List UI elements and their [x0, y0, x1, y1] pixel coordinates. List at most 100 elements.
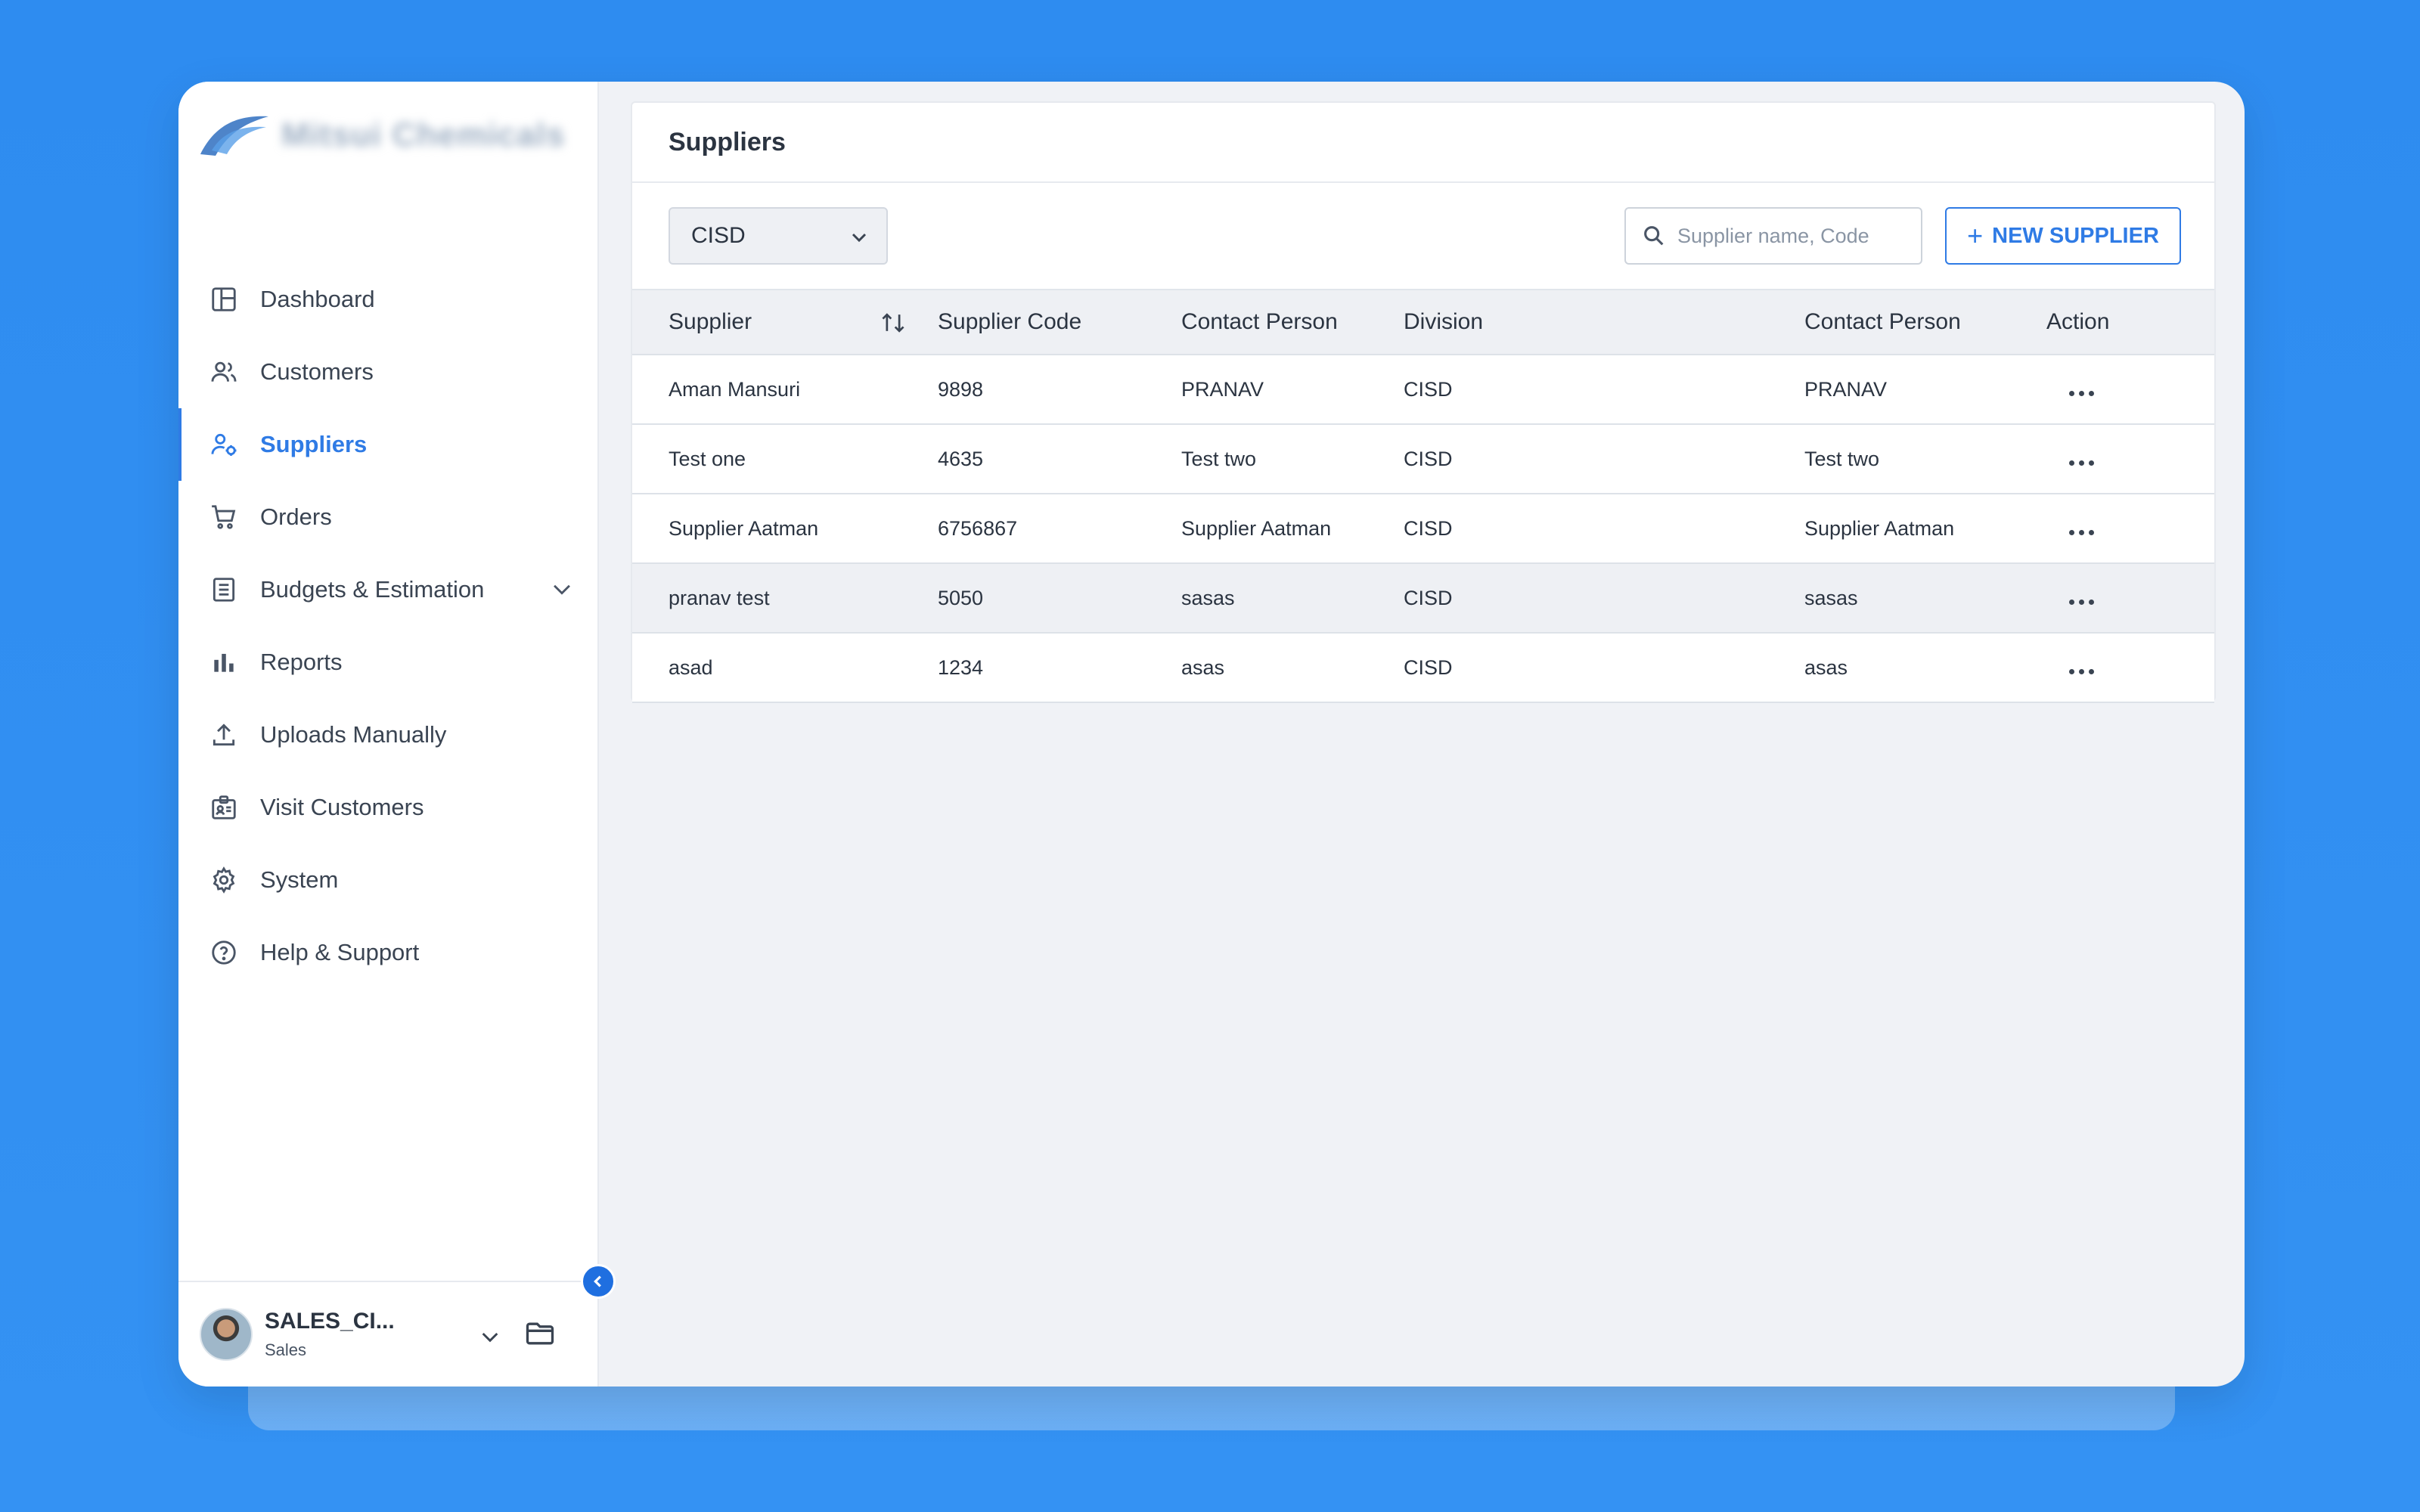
- more-options-icon[interactable]: [2046, 460, 2094, 466]
- plus-icon: +: [1967, 220, 1984, 251]
- sidebar-item-uploads[interactable]: Uploads Manually: [178, 699, 597, 771]
- cart-icon: [209, 502, 239, 532]
- cell-code: 4635: [938, 447, 984, 470]
- cell-action: [2046, 633, 2214, 702]
- document-icon: [209, 575, 239, 605]
- cell-contact: sasas: [1181, 586, 1235, 609]
- column-header-division: Division: [1404, 309, 1484, 334]
- dashboard-icon: [209, 284, 239, 314]
- cell-action: [2046, 355, 2214, 424]
- sidebar-item-system[interactable]: System: [178, 844, 597, 916]
- cell-division: CISD: [1404, 377, 1453, 401]
- help-icon: [209, 937, 239, 968]
- cell-contact-2: Supplier Aatman: [1804, 516, 1955, 540]
- table-row[interactable]: asad 1234 asas CISD asas: [632, 633, 2214, 702]
- folder-icon[interactable]: [523, 1317, 557, 1350]
- bar-chart-icon: [209, 647, 239, 677]
- sidebar-item-label: Orders: [260, 503, 332, 530]
- column-header-supplier[interactable]: Supplier: [632, 290, 938, 355]
- upload-icon: [209, 720, 239, 750]
- toolbar: CISD + NEW SUPPLIER: [632, 183, 2214, 289]
- avatar[interactable]: [200, 1308, 253, 1361]
- page-title: Suppliers: [632, 103, 2214, 183]
- chevron-left-icon: [594, 1275, 601, 1287]
- cell-contact: PRANAV: [1181, 377, 1264, 401]
- sort-icon[interactable]: [879, 310, 908, 336]
- sidebar-item-orders[interactable]: Orders: [178, 481, 597, 553]
- cell-code: 5050: [938, 586, 984, 609]
- more-options-icon[interactable]: [2046, 390, 2094, 396]
- table-header: Supplier Supplier Code Contact Person Di…: [632, 290, 2214, 355]
- sidebar-item-label: Uploads Manually: [260, 721, 447, 748]
- cell-division: CISD: [1404, 516, 1453, 540]
- user-profile[interactable]: SALES_CI... Sales: [178, 1281, 599, 1387]
- cell-contact: Supplier Aatman: [1181, 516, 1332, 540]
- sidebar-item-label: Visit Customers: [260, 794, 424, 820]
- more-options-icon[interactable]: [2046, 668, 2094, 674]
- sidebar-item-customers[interactable]: Customers: [178, 336, 597, 408]
- cell-action: [2046, 563, 2214, 633]
- sidebar-item-budgets[interactable]: Budgets & Estimation: [178, 553, 597, 626]
- sidebar-item-label: Customers: [260, 358, 374, 385]
- sidebar-item-visit-customers[interactable]: Visit Customers: [178, 771, 597, 844]
- cell-contact: Test two: [1181, 447, 1257, 470]
- column-header-supplier-code: Supplier Code: [938, 309, 1082, 334]
- table-row[interactable]: pranav test 5050 sasas CISD sasas: [632, 563, 2214, 633]
- sidebar-item-dashboard[interactable]: Dashboard: [178, 263, 597, 336]
- more-options-icon[interactable]: [2046, 599, 2094, 605]
- sidebar-item-label: System: [260, 866, 339, 893]
- cell-contact: asas: [1181, 655, 1225, 679]
- chevron-down-icon[interactable]: [478, 1325, 502, 1349]
- column-header-action: Action: [2046, 309, 2110, 334]
- brand-name: Mitsui Chemicals: [281, 116, 566, 153]
- cell-action: [2046, 424, 2214, 494]
- more-options-icon[interactable]: [2046, 529, 2094, 535]
- cell-code: 1234: [938, 655, 984, 679]
- division-select-value: CISD: [691, 223, 746, 248]
- cell-division: CISD: [1404, 586, 1453, 609]
- sidebar-item-suppliers[interactable]: Suppliers: [178, 408, 597, 481]
- sidebar-item-label: Budgets & Estimation: [260, 576, 485, 603]
- cell-supplier: Test one: [669, 447, 746, 470]
- cell-division: CISD: [1404, 655, 1453, 679]
- column-header-contact-person: Contact Person: [1181, 309, 1338, 334]
- user-name: SALES_CI...: [265, 1309, 395, 1334]
- table-row[interactable]: Aman Mansuri 9898 PRANAV CISD PRANAV: [632, 355, 2214, 424]
- cell-code: 6756867: [938, 516, 1018, 540]
- sidebar-item-label: Help & Support: [260, 939, 420, 965]
- cell-action: [2046, 494, 2214, 563]
- brand-logo[interactable]: Mitsui Chemicals: [197, 101, 565, 169]
- division-select[interactable]: CISD: [669, 207, 888, 265]
- table-row[interactable]: Test one 4635 Test two CISD Test two: [632, 424, 2214, 494]
- collapse-sidebar-button[interactable]: [581, 1264, 616, 1299]
- search-box: [1624, 207, 1922, 265]
- table-row[interactable]: Supplier Aatman 6756867 Supplier Aatman …: [632, 494, 2214, 563]
- cell-contact-2: PRANAV: [1804, 377, 1888, 401]
- sidebar-item-reports[interactable]: Reports: [178, 626, 597, 699]
- cell-supplier: asad: [669, 655, 713, 679]
- cell-contact-2: sasas: [1804, 586, 1858, 609]
- cell-supplier: Aman Mansuri: [669, 377, 801, 401]
- column-label: Supplier: [669, 309, 752, 334]
- gear-icon: [209, 865, 239, 895]
- sidebar-item-help[interactable]: Help & Support: [178, 916, 597, 989]
- column-header-contact-person-2: Contact Person: [1804, 309, 1961, 334]
- new-supplier-label: NEW SUPPLIER: [1992, 223, 2159, 248]
- search-input[interactable]: [1677, 224, 1904, 248]
- users-icon: [209, 357, 239, 387]
- supplier-icon: [209, 429, 239, 460]
- search-icon: [1644, 226, 1664, 246]
- cell-code: 9898: [938, 377, 984, 401]
- sidebar: Mitsui Chemicals Dashboard Customers Sup…: [178, 82, 599, 1387]
- chevron-down-icon[interactable]: [549, 576, 575, 602]
- sidebar-item-label: Reports: [260, 649, 343, 675]
- cell-division: CISD: [1404, 447, 1453, 470]
- new-supplier-button[interactable]: + NEW SUPPLIER: [1945, 207, 2181, 265]
- badge-icon: [209, 792, 239, 823]
- suppliers-table: Supplier Supplier Code Contact Person Di…: [632, 289, 2214, 703]
- user-info: SALES_CI... Sales: [265, 1309, 395, 1360]
- sidebar-item-label: Suppliers: [260, 431, 368, 457]
- cell-contact-2: asas: [1804, 655, 1848, 679]
- app-window: Mitsui Chemicals Dashboard Customers Sup…: [178, 82, 2245, 1387]
- chevron-down-icon: [852, 233, 867, 243]
